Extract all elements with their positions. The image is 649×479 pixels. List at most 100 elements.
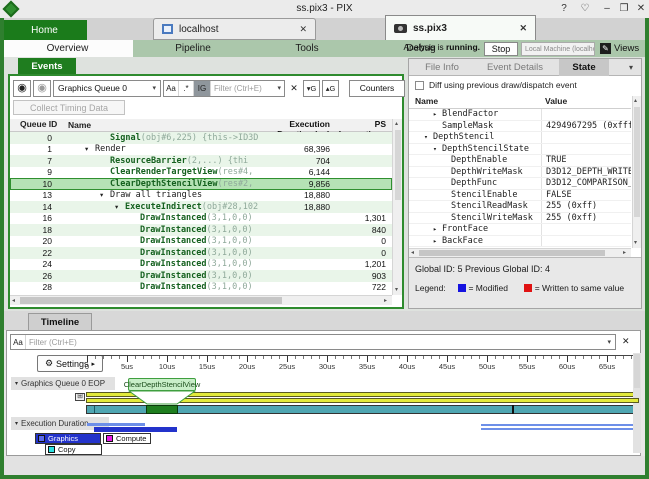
match-case-button[interactable]: Aa: [164, 80, 179, 96]
state-row[interactable]: ▸ BlendFactor: [409, 109, 631, 121]
state-row[interactable]: ▸ FrontFace: [409, 224, 631, 236]
expander-icon[interactable]: ▾: [433, 145, 442, 153]
state-row[interactable]: SampleMask 4294967295 (0xffffffff): [409, 120, 631, 132]
scrollbar-thumb[interactable]: [20, 297, 282, 304]
state-row[interactable]: DepthWriteMask D3D12_DEPTH_WRITE_MASK_…: [409, 166, 631, 178]
scrollbar-thumb[interactable]: [634, 354, 640, 388]
tab-localhost-close-icon[interactable]: ✕: [299, 24, 307, 35]
scroll-right-icon[interactable]: ▸: [623, 249, 626, 257]
duration-bar-light[interactable]: [87, 423, 145, 426]
expander-icon[interactable]: ▾: [115, 203, 125, 211]
event-row[interactable]: 28 DrawInstanced (3,1,0,0) 722: [10, 282, 392, 294]
queue-select[interactable]: Graphics Queue 0 ▾: [53, 79, 161, 97]
expander-icon[interactable]: ▾: [424, 133, 433, 141]
collapse-icon[interactable]: ▾: [15, 420, 18, 427]
tab-home[interactable]: Home: [2, 20, 87, 40]
event-row[interactable]: 9 ClearRenderTargetView (res#4, 6,144: [10, 167, 392, 179]
collect-timing-button[interactable]: Collect Timing Data: [13, 100, 125, 115]
state-row[interactable]: StencilEnable FALSE: [409, 189, 631, 201]
collapse-icon[interactable]: ▾: [15, 380, 18, 387]
legend-copy-chip[interactable]: Copy: [45, 444, 102, 455]
maximize-button[interactable]: ❐: [616, 2, 632, 16]
events-panel-tab[interactable]: Events: [18, 58, 76, 75]
stop-button[interactable]: Stop: [484, 42, 518, 56]
event-row[interactable]: 24 DrawInstanced (3,1,0,0) 1,201: [10, 259, 392, 271]
events-horizontal-scrollbar[interactable]: ◂ ▸: [10, 295, 392, 305]
event-row[interactable]: 1 ▾ Render 68,396: [10, 144, 392, 156]
timeline-tab[interactable]: Timeline: [28, 313, 92, 330]
event-row[interactable]: 22 DrawInstanced (3,1,0,0) 0: [10, 247, 392, 259]
event-row[interactable]: 16 DrawInstanced (3,1,0,0) 1,301: [10, 213, 392, 225]
lane-expand-handle[interactable]: ⊞: [75, 393, 85, 401]
event-row[interactable]: 7 ResourceBarrier (2,...) {thi 704: [10, 155, 392, 167]
scroll-right-icon[interactable]: ▸: [384, 297, 387, 305]
event-row[interactable]: 0 Signal (obj#6,225) {this->ID3D: [10, 132, 392, 144]
feedback-heart-icon[interactable]: ♡: [577, 2, 593, 16]
ribbon-tab-pipeline[interactable]: Pipeline: [160, 40, 226, 57]
scrollbar-thumb[interactable]: [419, 250, 605, 256]
column-execution-duration[interactable]: Execution Duration (ns): [264, 119, 336, 139]
scroll-down-icon[interactable]: ▾: [395, 286, 398, 294]
state-row[interactable]: StencilWriteMask 255 (0xff): [409, 212, 631, 224]
state-row[interactable]: ▾ DepthStencilState: [409, 143, 631, 155]
machine-select[interactable]: Local Machine (localhost) ▾: [521, 42, 595, 56]
state-row[interactable]: ▸ BackFace: [409, 235, 631, 247]
event-row[interactable]: 18 DrawInstanced (3,1,0,0) 840: [10, 224, 392, 236]
state-horizontal-scrollbar[interactable]: ◂ ▸: [409, 248, 631, 257]
scroll-left-icon[interactable]: ◂: [12, 297, 15, 305]
counters-button[interactable]: Counters: [349, 79, 405, 97]
legend-graphics-chip[interactable]: Graphics: [35, 433, 101, 444]
state-row[interactable]: StencilReadMask 255 (0xff): [409, 201, 631, 213]
regex-button[interactable]: .*: [179, 80, 194, 96]
expander-icon[interactable]: ▸: [433, 110, 442, 118]
timeline-vertical-scrollbar[interactable]: [633, 353, 641, 453]
close-button[interactable]: ✕: [633, 2, 649, 16]
timeline-clear-filter-icon[interactable]: ✕: [622, 336, 630, 347]
duration-bar-dark[interactable]: [94, 427, 177, 432]
event-callout[interactable]: ClearDepthStencilView: [124, 378, 200, 391]
expander-icon[interactable]: ▸: [433, 237, 442, 245]
next-group-button[interactable]: ▾G: [303, 79, 320, 97]
tab-file-info[interactable]: File Info: [413, 59, 471, 76]
state-row[interactable]: DepthFunc D3D12_COMPARISON_FUNC_…: [409, 178, 631, 190]
events-filter-input[interactable]: [211, 83, 278, 93]
match-case-button[interactable]: Aa: [11, 335, 26, 349]
ribbon-tab-tools[interactable]: Tools: [285, 40, 329, 57]
column-name[interactable]: Name: [415, 96, 438, 106]
event-row[interactable]: 14 ▾ ExecuteIndirect (obj#28,102 18,880: [10, 201, 392, 213]
clear-filter-icon[interactable]: ✕: [287, 83, 301, 94]
scroll-up-icon[interactable]: ▴: [634, 97, 637, 105]
duration-bar-light[interactable]: [481, 424, 639, 426]
tab-event-details[interactable]: Event Details: [475, 59, 555, 76]
ribbon-tab-overview[interactable]: Overview: [2, 40, 133, 57]
chevron-down-icon[interactable]: ▾: [277, 84, 284, 92]
prev-group-button[interactable]: ▴G: [322, 79, 339, 97]
views-button[interactable]: ✎ Views: [600, 41, 644, 56]
column-ps-invocations[interactable]: PS Invocations: [336, 119, 392, 139]
minimize-button[interactable]: –: [599, 2, 615, 16]
event-row[interactable]: 13 ▾ Draw all triangles 18,880: [10, 190, 392, 202]
state-row[interactable]: DepthEnable TRUE: [409, 155, 631, 167]
expander-icon[interactable]: ▸: [433, 225, 442, 233]
timeline-ruler[interactable]: 0 5us 10us 15us 20us 25us 30us 35us 40us 45us 50us…: [85, 355, 639, 371]
scrollbar-thumb[interactable]: [634, 107, 640, 217]
selected-event-segment[interactable]: [146, 405, 178, 414]
chevron-down-icon[interactable]: ▾: [607, 338, 615, 346]
event-row[interactable]: 26 DrawInstanced (3,1,0,0) 903: [10, 270, 392, 282]
ignore-group-button[interactable]: IG: [194, 80, 211, 96]
lane-graphics-queue-eop[interactable]: ▾ Graphics Queue 0 EOP: [11, 377, 115, 390]
state-vertical-scrollbar[interactable]: ▴ ▾: [632, 96, 641, 248]
scroll-up-icon[interactable]: ▴: [395, 120, 398, 128]
chevron-down-icon[interactable]: ▾: [629, 63, 633, 72]
state-row[interactable]: ▾ DepthStencil: [409, 132, 631, 144]
tab-sspix3-close-icon[interactable]: ✕: [519, 23, 527, 34]
timeline-filter-input[interactable]: [26, 337, 608, 347]
prev-event-button[interactable]: ◉: [13, 79, 31, 97]
events-vertical-scrollbar[interactable]: ▴ ▾: [392, 119, 402, 295]
tab-state[interactable]: State: [559, 59, 609, 76]
tab-sspix3[interactable]: ss.pix3 ✕: [385, 15, 536, 40]
tab-localhost[interactable]: localhost ✕: [153, 18, 316, 40]
expander-icon[interactable]: ▾: [85, 145, 95, 153]
duration-bar-light[interactable]: [481, 428, 640, 430]
expander-icon[interactable]: ▾: [100, 191, 110, 199]
